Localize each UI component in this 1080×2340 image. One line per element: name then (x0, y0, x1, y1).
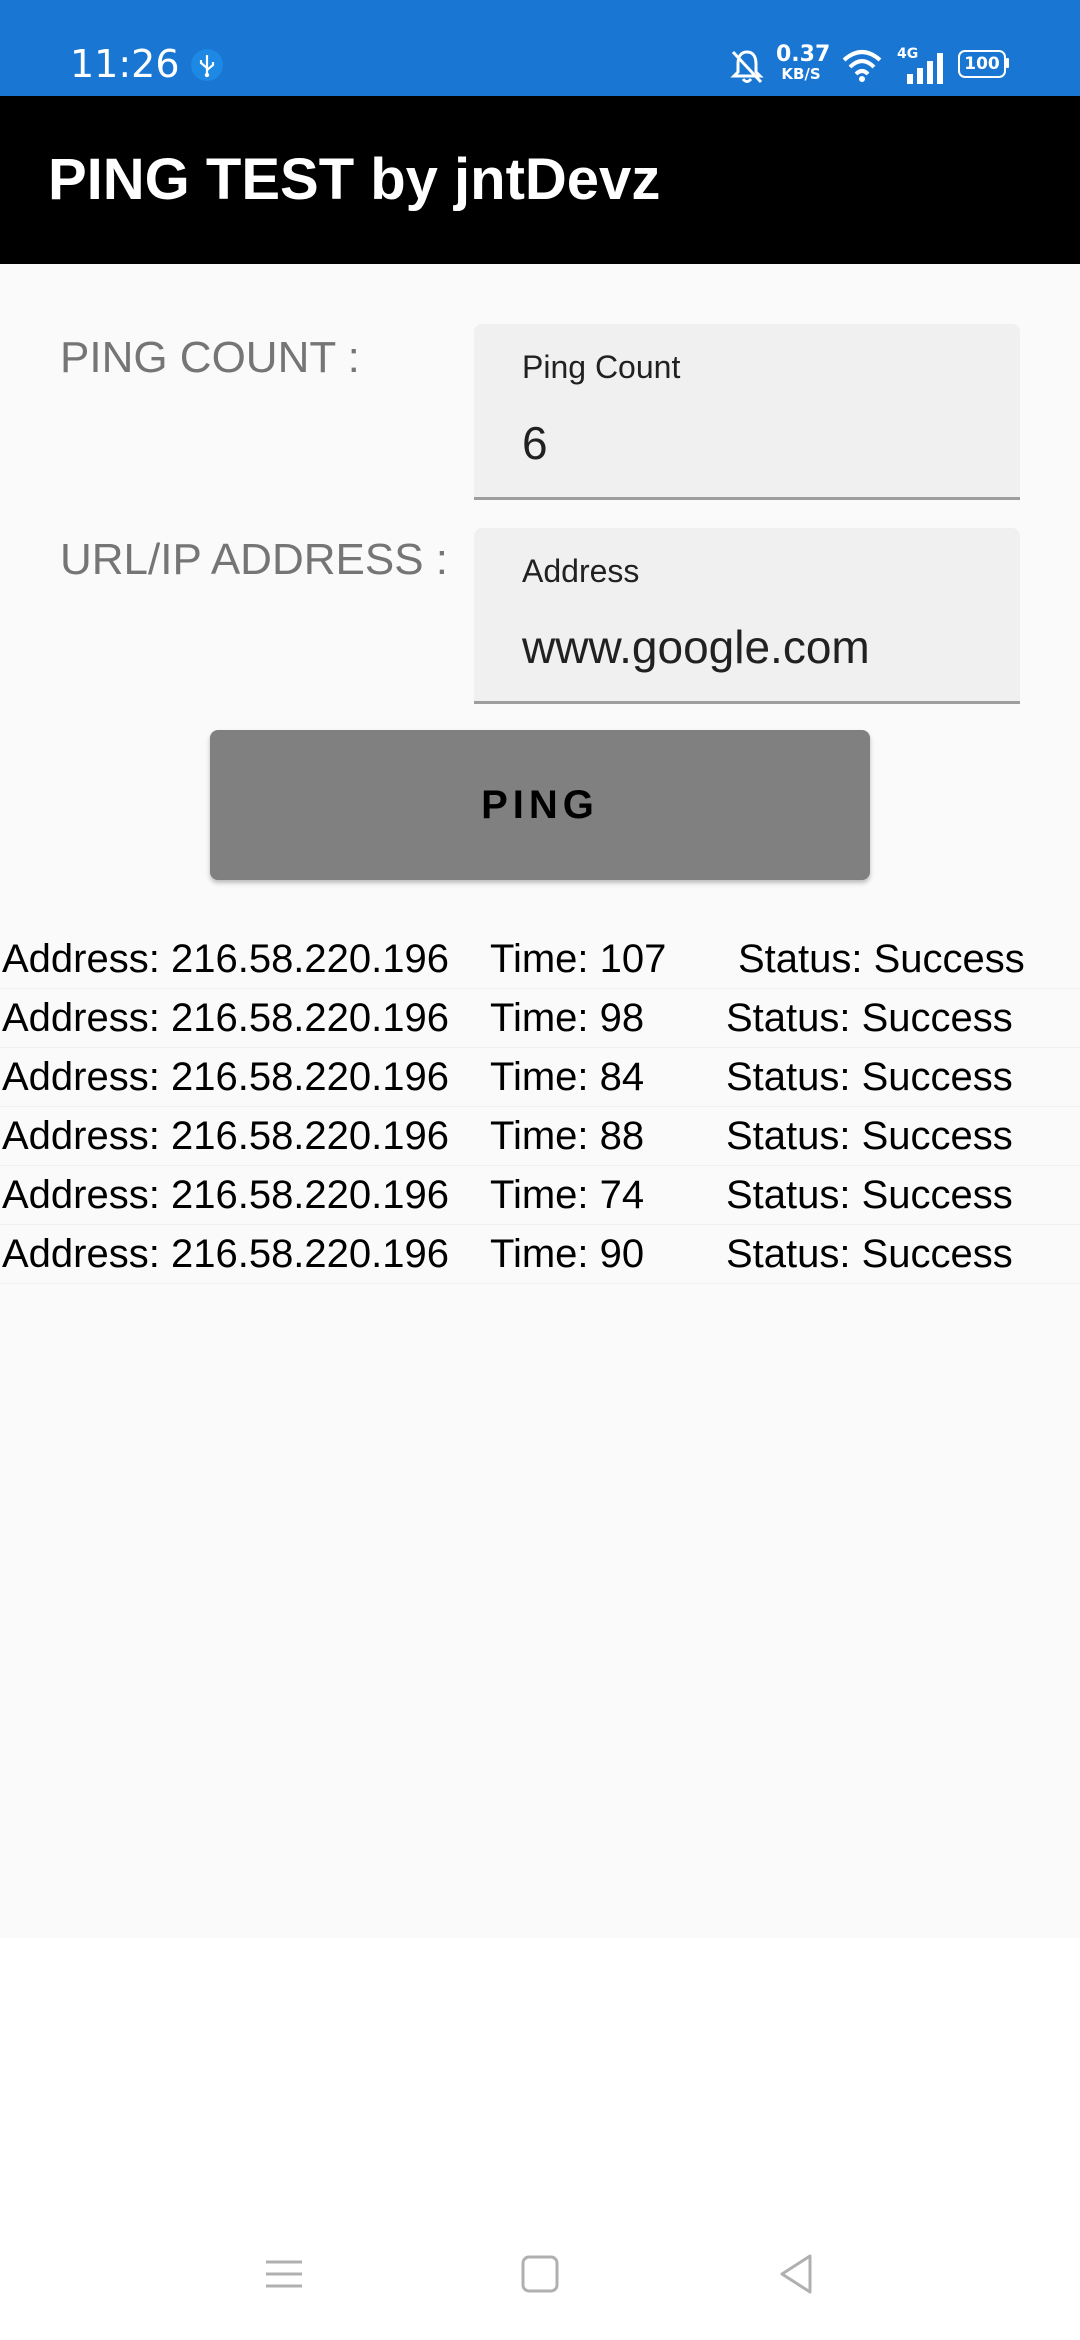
status-bar: 11:26 0.37 KB/S 4G 100 (0, 0, 1080, 96)
address-label: URL/IP ADDRESS : (60, 535, 448, 584)
result-status: Status: Success (726, 1055, 1013, 1099)
address-field[interactable]: Address www.google.com (474, 528, 1020, 704)
address-hint: Address (522, 553, 640, 589)
battery-level: 100 (964, 54, 1000, 74)
address-input[interactable]: www.google.com (522, 620, 870, 674)
ping-button[interactable]: PING (210, 730, 870, 880)
mute-bell-icon (730, 50, 764, 84)
wifi-icon (842, 50, 882, 82)
signal-4g-icon: 4G (897, 46, 945, 86)
result-row: Address: 216.58.220.196 Time: 84 Status:… (0, 1048, 1080, 1107)
app-title: PING TEST by jntDevz (48, 147, 661, 212)
network-speed-value: 0.37 (776, 42, 831, 67)
navigation-bar (0, 2200, 1080, 2340)
ping-count-hint: Ping Count (522, 349, 681, 385)
result-row: Address: 216.58.220.196 Time: 88 Status:… (0, 1107, 1080, 1166)
result-time: Time: 88 (490, 1114, 645, 1158)
result-address: Address: 216.58.220.196 (2, 1232, 450, 1276)
battery-icon: 100 (958, 50, 1010, 78)
result-status: Status: Success (726, 1114, 1013, 1158)
ping-count-label: PING COUNT : (60, 333, 360, 382)
result-address: Address: 216.58.220.196 (2, 937, 450, 981)
result-time: Time: 107 (490, 937, 667, 981)
result-row: Address: 216.58.220.196 Time: 98 Status:… (0, 989, 1080, 1048)
menu-icon[interactable] (262, 2252, 306, 2296)
result-time: Time: 90 (490, 1232, 645, 1276)
result-address: Address: 216.58.220.196 (2, 1173, 450, 1217)
home-square-icon[interactable] (518, 2252, 562, 2296)
result-status: Status: Success (738, 937, 1025, 981)
results-list: Address: 216.58.220.196 Time: 107 Status… (0, 930, 1080, 1284)
result-status: Status: Success (726, 1173, 1013, 1217)
result-time: Time: 98 (490, 996, 645, 1040)
ping-count-field[interactable]: Ping Count 6 (474, 324, 1020, 500)
status-time: 11:26 (70, 42, 180, 86)
app-bar: PING TEST by jntDevz (0, 96, 1080, 264)
result-row: Address: 216.58.220.196 Time: 90 Status:… (0, 1225, 1080, 1284)
result-time: Time: 74 (490, 1173, 645, 1217)
back-triangle-icon[interactable] (774, 2252, 818, 2296)
result-status: Status: Success (726, 1232, 1013, 1276)
result-status: Status: Success (726, 996, 1013, 1040)
ping-button-label: PING (481, 783, 599, 827)
ping-count-input[interactable]: 6 (522, 416, 548, 470)
result-row: Address: 216.58.220.196 Time: 107 Status… (0, 930, 1080, 989)
result-address: Address: 216.58.220.196 (2, 996, 450, 1040)
result-address: Address: 216.58.220.196 (2, 1055, 450, 1099)
main-content: PING COUNT : Ping Count 6 URL/IP ADDRESS… (0, 264, 1080, 1938)
usb-icon (191, 49, 223, 81)
network-speed-unit: KB/S (781, 65, 821, 83)
result-row: Address: 216.58.220.196 Time: 74 Status:… (0, 1166, 1080, 1225)
result-time: Time: 84 (490, 1055, 645, 1099)
result-address: Address: 216.58.220.196 (2, 1114, 450, 1158)
network-speed: 0.37 KB/S (776, 42, 831, 83)
